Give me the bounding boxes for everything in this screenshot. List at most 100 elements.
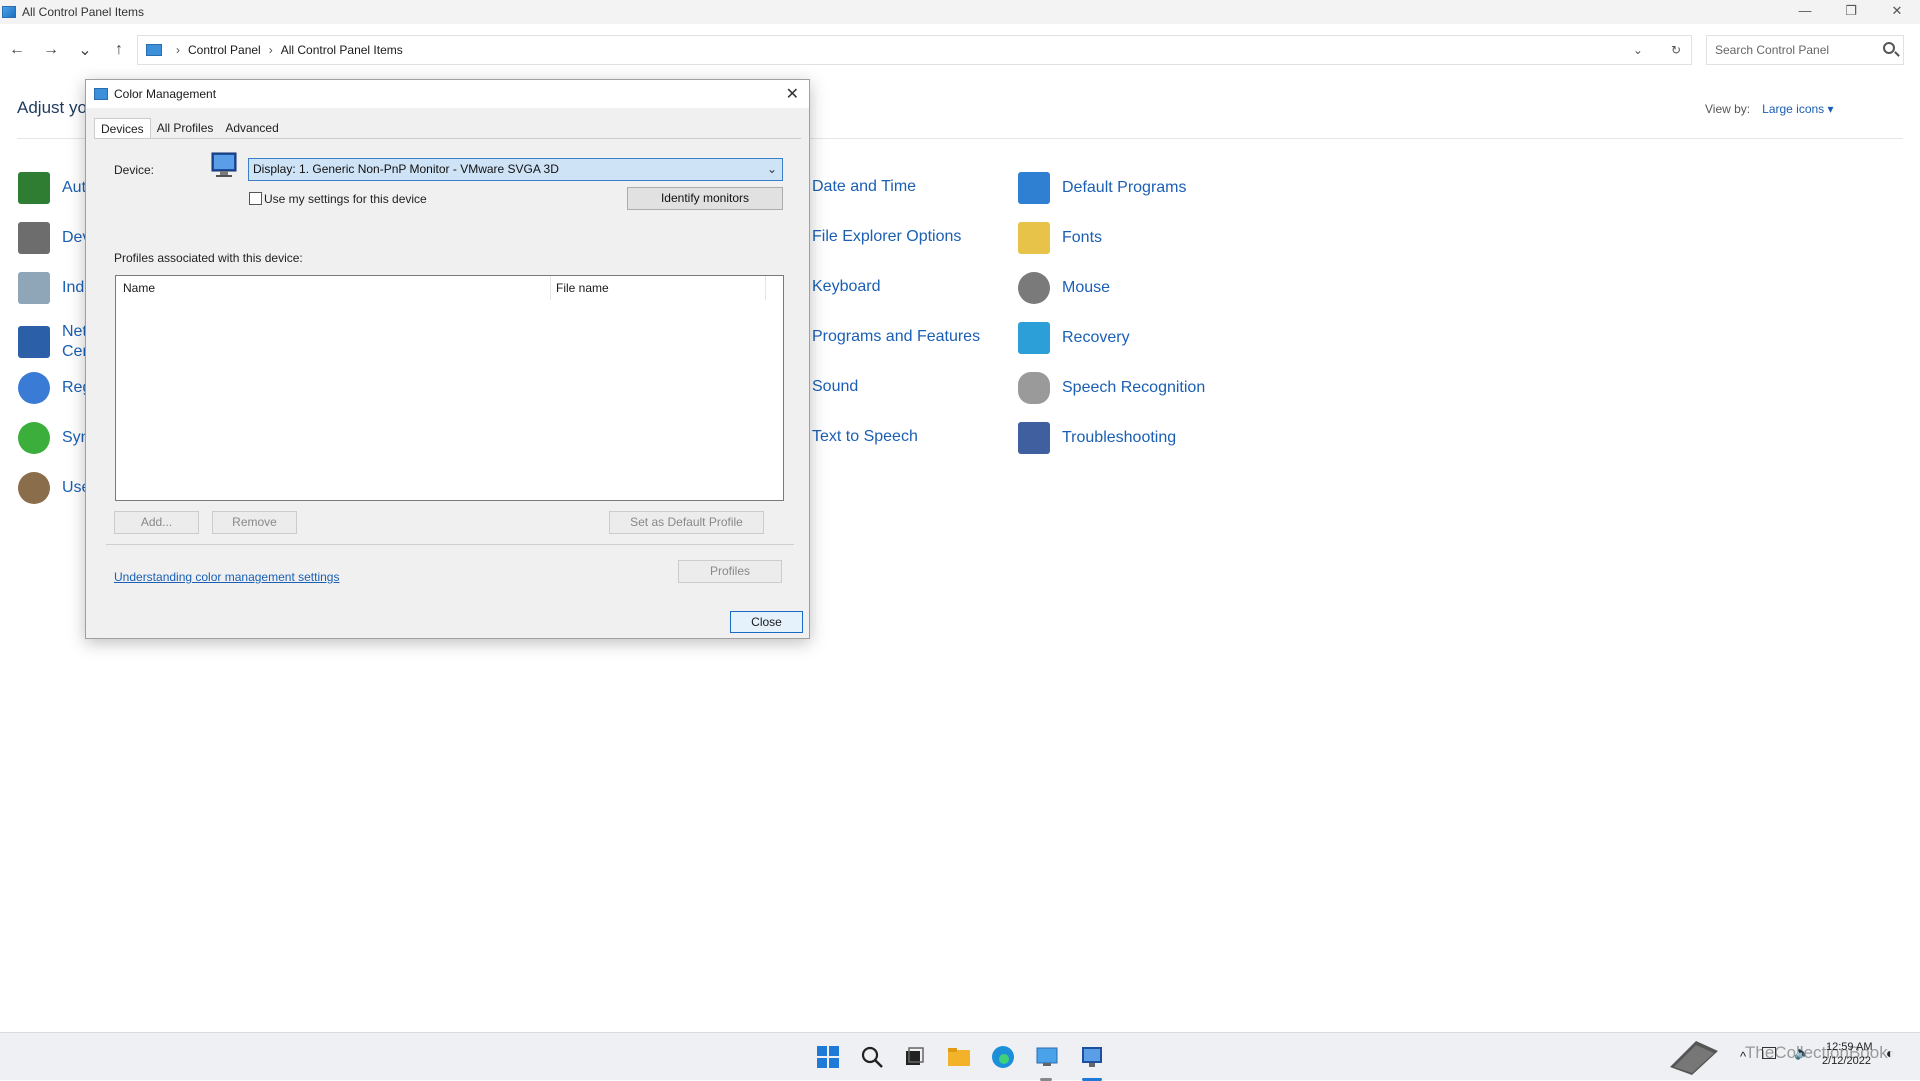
breadcrumb-control-panel[interactable]: Control Panel — [188, 43, 261, 57]
search-icon[interactable] — [860, 1045, 884, 1069]
monitor-icon — [211, 152, 237, 177]
set-default-profile-button[interactable]: Set as Default Profile — [609, 511, 764, 534]
device-dropdown[interactable]: Display: 1. Generic Non-PnP Monitor - VM… — [248, 158, 783, 181]
cp-item-speech-recognition[interactable]: Speech Recognition — [1018, 372, 1205, 404]
clock-time[interactable]: 12:59 AM — [1826, 1041, 1872, 1053]
cp-item-label: File Explorer Options — [812, 228, 962, 245]
breadcrumb-separator: › — [268, 43, 273, 57]
notification-icon[interactable]: ◐ — [1886, 1045, 1894, 1061]
globe-icon — [18, 372, 50, 404]
tab-devices[interactable]: Devices — [94, 118, 151, 138]
forward-arrow-icon[interactable]: → — [34, 41, 68, 59]
cp-item-sound[interactable]: Sound — [812, 378, 858, 396]
cp-item-label: Default Programs — [1062, 179, 1187, 196]
tab-all-profiles[interactable]: All Profiles — [151, 118, 220, 138]
cp-item-users[interactable]: Use — [18, 472, 90, 504]
cp-item-label: Sound — [812, 378, 859, 395]
color-management-icon — [94, 88, 108, 100]
color-management-help-link[interactable]: Understanding color management settings — [114, 570, 339, 584]
cp-item-file-explorer-options[interactable]: File Explorer Options — [812, 228, 961, 246]
identify-monitors-button[interactable]: Identify monitors — [627, 187, 783, 210]
list-header: Name File name — [116, 276, 783, 300]
cp-item-programs-features[interactable]: Programs and Features — [812, 328, 980, 346]
cp-item-troubleshooting[interactable]: Troubleshooting — [1018, 422, 1176, 454]
search-placeholder: Search Control Panel — [1715, 43, 1830, 57]
taskbar: TheCollectionBook ^ 🔈 12:59 AM 2/12/2022… — [0, 1032, 1920, 1081]
device-value: Display: 1. Generic Non-PnP Monitor - VM… — [253, 162, 559, 176]
column-name[interactable]: Name — [116, 276, 551, 300]
search-input[interactable]: Search Control Panel — [1706, 35, 1904, 65]
add-button[interactable]: Add... — [114, 511, 199, 534]
cp-item-label: Programs and Features — [812, 328, 981, 345]
cp-item-devices[interactable]: Dev — [18, 222, 90, 254]
up-arrow-icon[interactable]: ↑ — [102, 41, 136, 59]
mouse-icon — [1018, 272, 1050, 304]
address-bar[interactable]: › Control Panel › All Control Panel Item… — [137, 35, 1692, 65]
dialog-titlebar: Color Management — [86, 80, 809, 108]
use-my-settings-label[interactable]: Use my settings for this device — [264, 192, 427, 206]
recent-locations-icon[interactable]: ⌄ — [68, 40, 102, 60]
minimize-button[interactable]: — — [1782, 0, 1828, 24]
close-window-button[interactable]: ✕ — [1874, 0, 1920, 24]
cp-item-mouse[interactable]: Mouse — [1018, 272, 1110, 304]
cp-item-indexing[interactable]: Inde — [18, 272, 93, 304]
cp-item-recovery[interactable]: Recovery — [1018, 322, 1130, 354]
network-icon[interactable] — [1762, 1047, 1776, 1059]
dialog-tabs: Devices All Profiles Advanced — [94, 118, 285, 138]
tray-chevron-icon[interactable]: ^ — [1740, 1049, 1746, 1064]
cp-item-label: Keyboard — [812, 278, 881, 295]
control-panel-icon — [146, 44, 162, 56]
cp-item-label: Troubleshooting — [1062, 429, 1177, 446]
color-management-icon[interactable] — [1080, 1045, 1104, 1069]
device-label: Device: — [114, 163, 155, 177]
control-panel-icon[interactable] — [1035, 1045, 1059, 1069]
cp-item-region[interactable]: Reg — [18, 372, 91, 404]
tab-advanced[interactable]: Advanced — [219, 118, 284, 138]
cp-item-autoplay[interactable]: Aut — [18, 172, 86, 204]
maximize-button[interactable]: ❐ — [1828, 0, 1874, 24]
cp-item-label: Aut — [62, 179, 87, 196]
volume-icon[interactable]: 🔈 — [1794, 1045, 1810, 1061]
cp-item-date-time[interactable]: Date and Time — [812, 178, 916, 196]
breadcrumb-separator: › — [176, 43, 180, 57]
view-by-dropdown[interactable]: Large icons ▾ — [1762, 102, 1833, 116]
cp-item-keyboard[interactable]: Keyboard — [812, 278, 881, 296]
cp-item-label: Date and Time — [812, 178, 917, 195]
network-icon — [18, 326, 50, 358]
cp-item-network[interactable]: Net Cen — [18, 322, 91, 362]
use-my-settings-checkbox[interactable] — [249, 192, 262, 205]
microphone-icon — [1018, 372, 1050, 404]
start-icon[interactable] — [816, 1045, 840, 1069]
cp-item-text-to-speech[interactable]: Text to Speech — [812, 428, 918, 446]
cp-item-sync[interactable]: Syn — [18, 422, 90, 454]
cp-item-label: Recovery — [1062, 329, 1130, 346]
clock-date[interactable]: 2/12/2022 — [1822, 1055, 1871, 1067]
chevron-down-icon: ⌄ — [766, 162, 777, 176]
remove-button[interactable]: Remove — [212, 511, 297, 534]
cp-item-label: Speech Recognition — [1062, 379, 1206, 396]
back-arrow-icon[interactable]: ← — [0, 41, 34, 59]
profiles-button[interactable]: Profiles — [678, 560, 782, 583]
address-dropdown-icon[interactable]: ⌄ — [1633, 43, 1643, 57]
refresh-icon[interactable]: ↻ — [1671, 43, 1681, 57]
window-controls: — ❐ ✕ — [1782, 0, 1920, 24]
close-button[interactable]: Close — [730, 611, 803, 633]
column-file-name[interactable]: File name — [551, 276, 766, 300]
search-icon[interactable] — [1883, 42, 1895, 54]
profiles-list[interactable]: Name File name — [115, 275, 784, 501]
recovery-icon — [1018, 322, 1050, 354]
sync-icon — [18, 422, 50, 454]
cp-item-fonts[interactable]: Fonts — [1018, 222, 1102, 254]
view-by: View by: Large icons ▾ — [1705, 102, 1834, 116]
file-explorer-icon[interactable] — [947, 1045, 971, 1069]
autoplay-icon — [18, 172, 50, 204]
default-programs-icon — [1018, 172, 1050, 204]
troubleshooting-icon — [1018, 422, 1050, 454]
profiles-label: Profiles associated with this device: — [114, 251, 303, 265]
breadcrumb-all-items[interactable]: All Control Panel Items — [281, 43, 403, 57]
close-icon[interactable]: ✕ — [786, 84, 799, 104]
task-view-icon[interactable] — [902, 1045, 926, 1069]
divider — [106, 544, 794, 545]
cp-item-default-programs[interactable]: Default Programs — [1018, 172, 1187, 204]
edge-icon[interactable] — [991, 1045, 1015, 1069]
